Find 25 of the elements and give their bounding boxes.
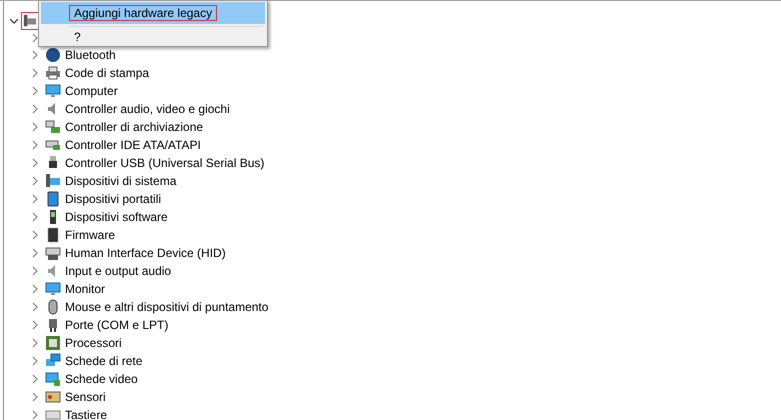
tree-item-label[interactable]: Sensori xyxy=(65,388,106,406)
tree-item-label[interactable]: Porte (COM e LPT) xyxy=(65,316,168,334)
tree-item-label[interactable]: Bluetooth xyxy=(65,46,116,64)
menu-item-label: Aggiungi hardware legacy xyxy=(69,5,218,21)
menu-item[interactable]: Aggiungi hardware legacy xyxy=(41,2,265,24)
tree-item-label[interactable]: Schede di rete xyxy=(65,352,142,370)
tree-item-label[interactable]: Controller audio, video e giochi xyxy=(65,100,230,118)
tree-item-label[interactable]: Processori xyxy=(65,334,122,352)
tree-item-label[interactable]: Dispositivi portatili xyxy=(65,190,162,208)
tree-item-label[interactable]: Code di stampa xyxy=(65,64,150,82)
tree-item-label[interactable]: Controller USB (Universal Serial Bus) xyxy=(65,154,264,172)
tree-item-label[interactable]: Input e output audio xyxy=(65,262,172,280)
tree-item-label[interactable]: Mouse e altri dispositivi di puntamento xyxy=(65,298,268,316)
tree-item-label[interactable]: Controller IDE ATA/ATAPI xyxy=(65,136,201,154)
tree-item-label[interactable]: Human Interface Device (HID) xyxy=(65,244,226,262)
tree-item-label[interactable]: Dispositivi software xyxy=(65,208,168,226)
menu-item-label: ? xyxy=(73,29,82,45)
tree-item-label[interactable]: Dispositivi di sistema xyxy=(65,172,176,190)
tree-item-label[interactable]: Tastiere xyxy=(65,406,108,420)
tree-item-label[interactable]: Computer xyxy=(65,82,118,100)
menu-item[interactable]: ? xyxy=(41,29,265,45)
tree-item-label[interactable]: Controller di archiviazione xyxy=(65,118,204,136)
tree-item-label[interactable]: Firmware xyxy=(65,226,115,244)
tree-item-label[interactable]: Schede video xyxy=(65,370,138,388)
tree-item-label[interactable]: Monitor xyxy=(65,280,106,298)
